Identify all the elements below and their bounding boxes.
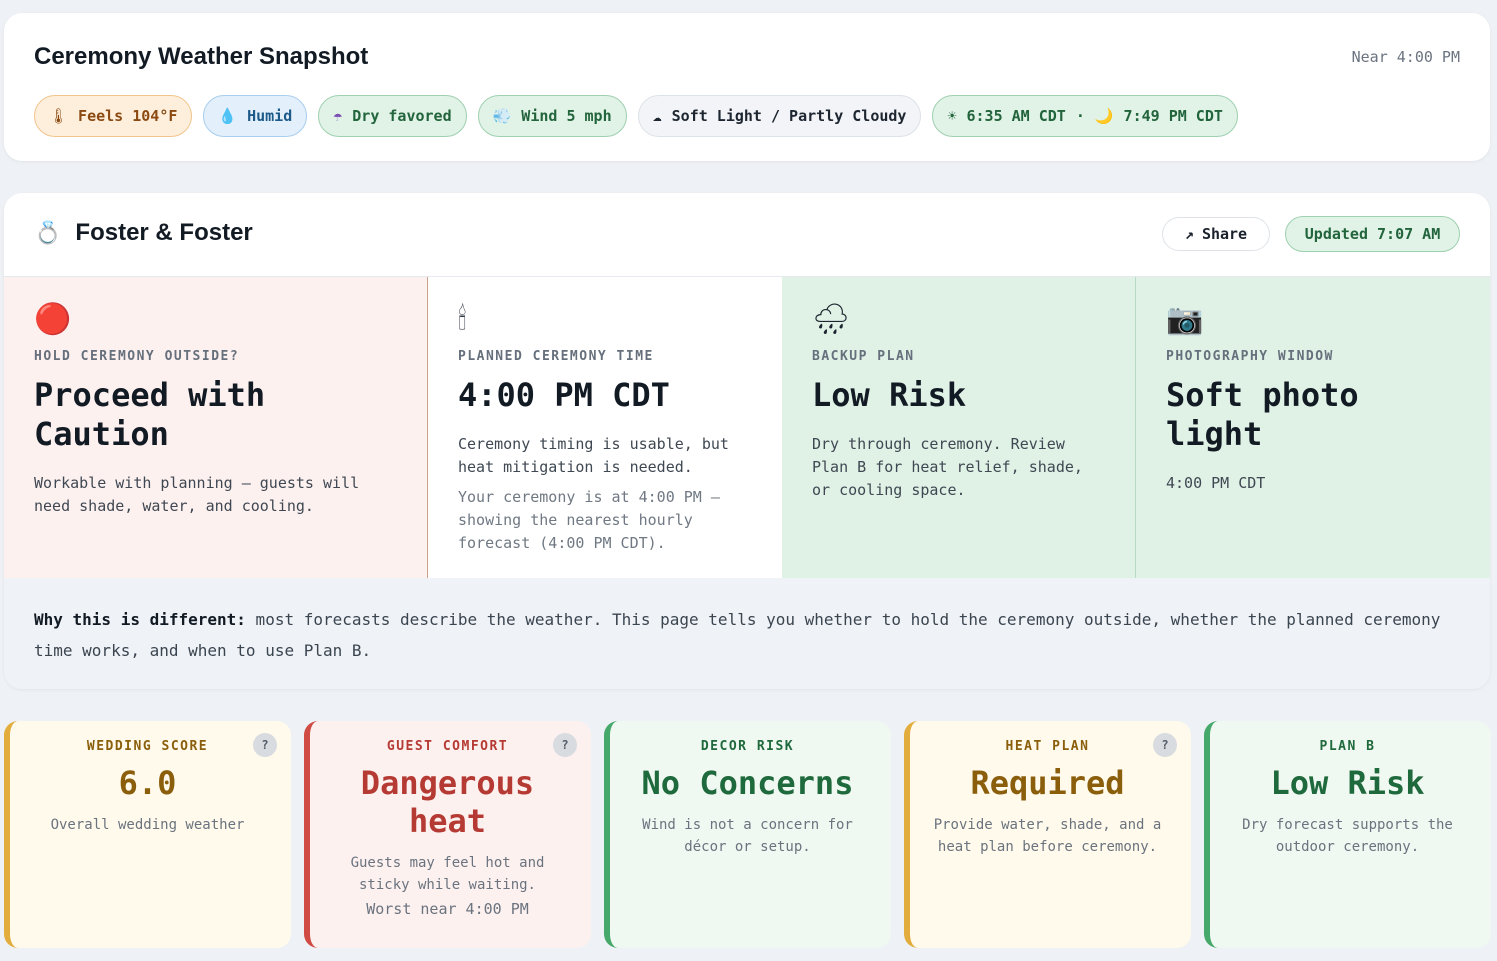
- why-heading: Why this is different:: [34, 610, 246, 629]
- hold-outside-panel: 🔴 HOLD CEREMONY OUTSIDE? Proceed with Ca…: [4, 277, 428, 579]
- score-description: Dry forecast supports the outdoor ceremo…: [1242, 817, 1453, 855]
- guest-comfort-card: ? GUEST COMFORT Dangerous heat Guests ma…: [304, 721, 591, 948]
- score-label: GUEST COMFORT: [386, 739, 509, 754]
- red-circle-icon: 🔴: [34, 302, 72, 337]
- panel-value: 4:00 PM CDT: [458, 376, 670, 414]
- decision-panels: 🔴 HOLD CEREMONY OUTSIDE? Proceed with Ca…: [4, 276, 1490, 579]
- score-description: Guests may feel hot and sticky while wai…: [350, 855, 545, 893]
- droplet-icon: 💧: [218, 107, 238, 125]
- humidity-label: Humid: [247, 107, 293, 125]
- weather-snapshot-card: Ceremony Weather Snapshot Near 4:00 PM 🌡…: [4, 13, 1490, 161]
- wind-label: Wind 5 mph: [521, 107, 612, 125]
- score-note: Worst near 4:00 PM: [366, 900, 529, 918]
- score-description: Provide water, shade, and a heat plan be…: [933, 817, 1162, 855]
- cloud-icon: ☁: [652, 107, 662, 125]
- why-different-note: Why this is different: most forecasts de…: [4, 578, 1490, 689]
- share-label: Share: [1201, 225, 1248, 243]
- wind-icon: 💨: [492, 107, 512, 125]
- updated-badge: Updated 7:07 AM: [1285, 216, 1460, 252]
- candle-icon: 🕯: [458, 302, 467, 337]
- why-text: most forecasts describe the weather. Thi…: [34, 610, 1441, 660]
- rain-cloud-icon: 🌧: [812, 302, 851, 337]
- ceremony-time-panel: 🕯 PLANNED CEREMONY TIME 4:00 PM CDT Cere…: [428, 277, 782, 579]
- moon-icon: 🌙: [1094, 107, 1114, 125]
- sunrise-icon: ☀: [947, 107, 957, 125]
- score-description: Overall wedding weather: [50, 817, 245, 833]
- score-label: HEAT PLAN: [1005, 739, 1090, 754]
- umbrella-icon: ☂: [333, 107, 343, 125]
- decor-risk-card: DECOR RISK No Concerns Wind is not a con…: [604, 721, 891, 948]
- couple-header: 💍 Foster & Foster: [34, 219, 253, 247]
- panel-note: Your ceremony is at 4:00 PM — showing th…: [458, 488, 720, 552]
- score-value: Required: [970, 764, 1125, 802]
- panel-description: Dry through ceremony. Review Plan B for …: [812, 435, 1083, 499]
- panel-value: Proceed with Caution: [34, 376, 266, 453]
- score-value: No Concerns: [641, 764, 854, 802]
- heat-plan-card: ? HEAT PLAN Required Provide water, shad…: [904, 721, 1191, 948]
- score-label: DECOR RISK: [700, 739, 795, 754]
- help-icon[interactable]: ?: [553, 733, 577, 757]
- humidity-chip: 💧 Humid: [203, 95, 308, 137]
- sky-chip: ☁ Soft Light / Partly Cloudy: [637, 95, 922, 137]
- share-icon: ↗: [1184, 225, 1194, 243]
- share-button[interactable]: ↗ Share: [1162, 217, 1270, 251]
- score-value: Low Risk: [1270, 764, 1425, 802]
- sunset-time: 7:49 PM CDT: [1123, 107, 1223, 125]
- score-label: PLAN B: [1319, 739, 1376, 754]
- score-value: Dangerous heat: [360, 764, 535, 840]
- thermometer-icon: 🌡: [49, 107, 69, 125]
- help-icon[interactable]: ?: [1153, 733, 1177, 757]
- panel-description: 4:00 PM CDT: [1166, 474, 1266, 492]
- separator: ·: [1075, 107, 1085, 125]
- feels-like-label: Feels 104°F: [78, 107, 178, 125]
- snapshot-title: Ceremony Weather Snapshot: [34, 43, 369, 70]
- panel-label: BACKUP PLAN: [812, 349, 915, 364]
- panel-label: PHOTOGRAPHY WINDOW: [1166, 349, 1334, 364]
- panel-description: Ceremony timing is usable, but heat miti…: [458, 435, 729, 476]
- photography-panel: 📷 PHOTOGRAPHY WINDOW Soft photo light 4:…: [1136, 277, 1490, 579]
- score-description: Wind is not a concern for décor or setup…: [642, 817, 853, 855]
- sunrise-time: 6:35 AM CDT: [966, 107, 1066, 125]
- camera-icon: 📷: [1166, 302, 1204, 337]
- precip-label: Dry favored: [352, 107, 452, 125]
- plan-b-card: PLAN B Low Risk Dry forecast supports th…: [1204, 721, 1491, 948]
- panel-description: Workable with planning — guests will nee…: [34, 474, 360, 515]
- couple-name: Foster & Foster: [75, 219, 253, 246]
- snapshot-time: Near 4:00 PM: [1351, 48, 1460, 66]
- sun-times-chip: ☀ 6:35 AM CDT · 🌙 7:49 PM CDT: [932, 95, 1238, 137]
- score-label: WEDDING SCORE: [86, 739, 209, 754]
- precip-chip: ☂ Dry favored: [318, 95, 467, 137]
- panel-value: Soft photo light: [1166, 376, 1359, 453]
- weather-chips: 🌡 Feels 104°F 💧 Humid ☂ Dry favored 💨 Wi…: [34, 95, 1238, 137]
- help-icon[interactable]: ?: [253, 733, 277, 757]
- wind-chip: 💨 Wind 5 mph: [477, 95, 627, 137]
- ring-icon: 💍: [34, 220, 62, 245]
- panel-value: Low Risk: [812, 376, 967, 414]
- panel-label: HOLD CEREMONY OUTSIDE?: [34, 349, 240, 364]
- wedding-score-card: ? WEDDING SCORE 6.0 Overall wedding weat…: [4, 721, 291, 948]
- sky-label: Soft Light / Partly Cloudy: [671, 107, 907, 125]
- score-value: 6.0: [118, 764, 177, 802]
- backup-plan-panel: 🌧 BACKUP PLAN Low Risk Dry through cerem…: [782, 277, 1136, 579]
- panel-label: PLANNED CEREMONY TIME: [458, 349, 654, 364]
- feels-like-chip: 🌡 Feels 104°F: [34, 95, 193, 137]
- ceremony-decision-card: 💍 Foster & Foster ↗ Share Updated 7:07 A…: [4, 193, 1490, 689]
